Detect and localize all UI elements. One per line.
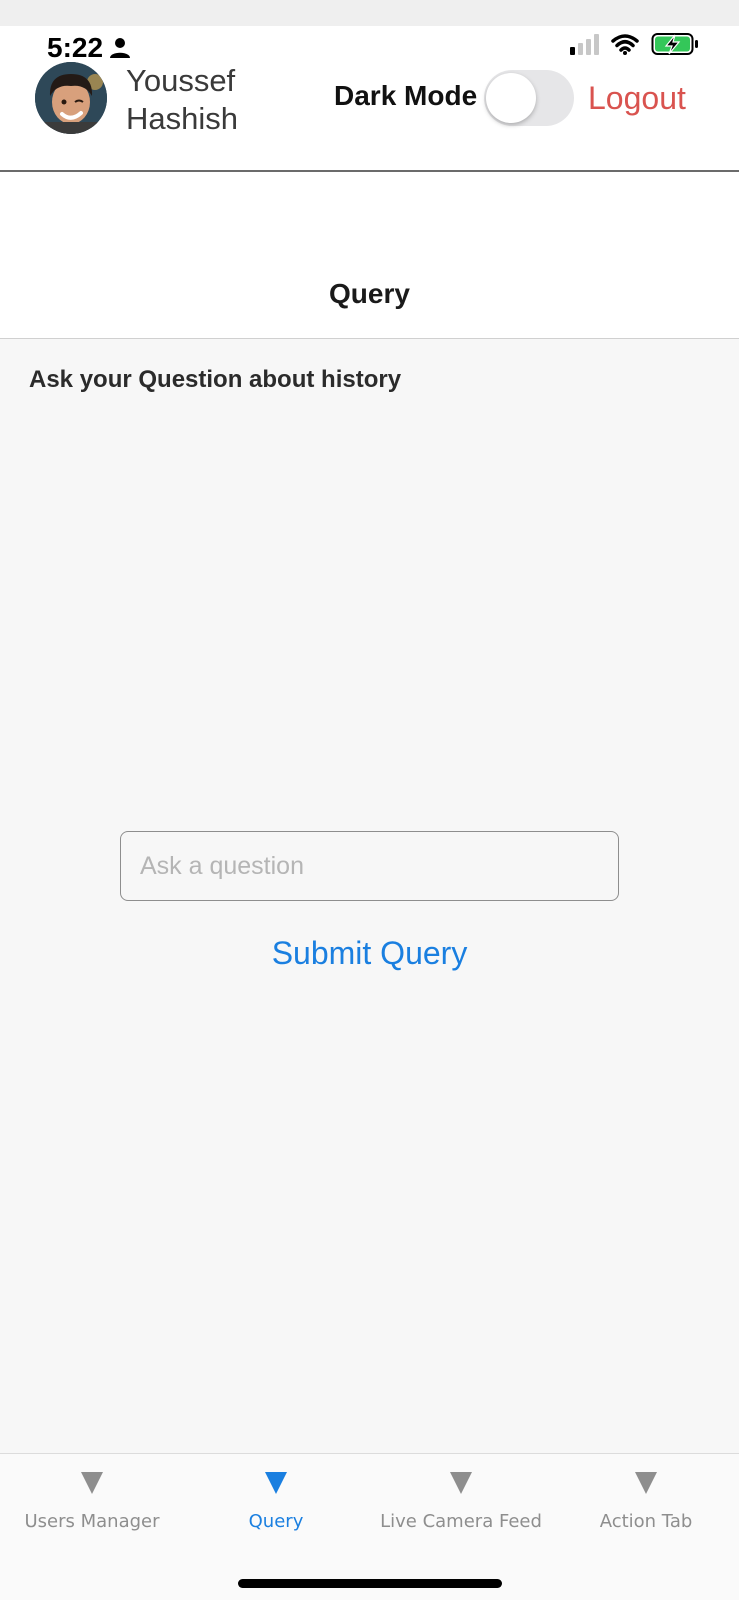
dark-mode-label: Dark Mode <box>334 80 478 111</box>
dark-mode-toggle[interactable] <box>484 70 574 126</box>
page-title: Query <box>329 278 410 309</box>
tab-label: Query <box>248 1511 304 1532</box>
tab-label: Users Manager <box>24 1511 160 1532</box>
question-input[interactable] <box>120 831 619 901</box>
cellular-signal-icon <box>570 33 599 55</box>
question-prompt: Ask your Question about history <box>29 366 402 393</box>
logout-button[interactable]: Logout <box>588 80 686 117</box>
tab-live-camera-feed[interactable]: Live Camera Feed <box>369 1472 553 1532</box>
navigation-bar: Query <box>0 172 739 339</box>
avatar[interactable] <box>35 62 107 134</box>
tab-action-tab[interactable]: Action Tab <box>554 1472 738 1532</box>
status-bar-time: 5:22 <box>47 32 131 64</box>
triangle-down-icon <box>635 1472 657 1494</box>
tab-query[interactable]: Query <box>184 1472 368 1532</box>
triangle-down-icon <box>450 1472 472 1494</box>
tab-label: Live Camera Feed <box>380 1511 542 1532</box>
app-header: 5:22 Youssef Hashish Dark Mode Logout <box>0 26 739 172</box>
tab-label: Action Tab <box>599 1511 693 1532</box>
user-name: Youssef Hashish <box>126 63 238 136</box>
person-icon <box>110 38 131 58</box>
wifi-icon <box>611 34 639 55</box>
tab-bar: Users Manager Query Live Camera Feed Act… <box>0 1453 739 1600</box>
top-strip <box>0 0 739 26</box>
tab-users-manager[interactable]: Users Manager <box>0 1472 184 1532</box>
toggle-knob <box>486 73 536 123</box>
triangle-down-icon <box>81 1472 103 1494</box>
home-indicator <box>238 1579 502 1588</box>
battery-charging-icon <box>651 33 698 55</box>
avatar-image <box>35 62 107 134</box>
status-bar-icons <box>570 32 699 56</box>
submit-query-button[interactable]: Submit Query <box>0 935 739 972</box>
time-label: 5:22 <box>47 32 104 63</box>
triangle-down-icon <box>265 1472 287 1494</box>
